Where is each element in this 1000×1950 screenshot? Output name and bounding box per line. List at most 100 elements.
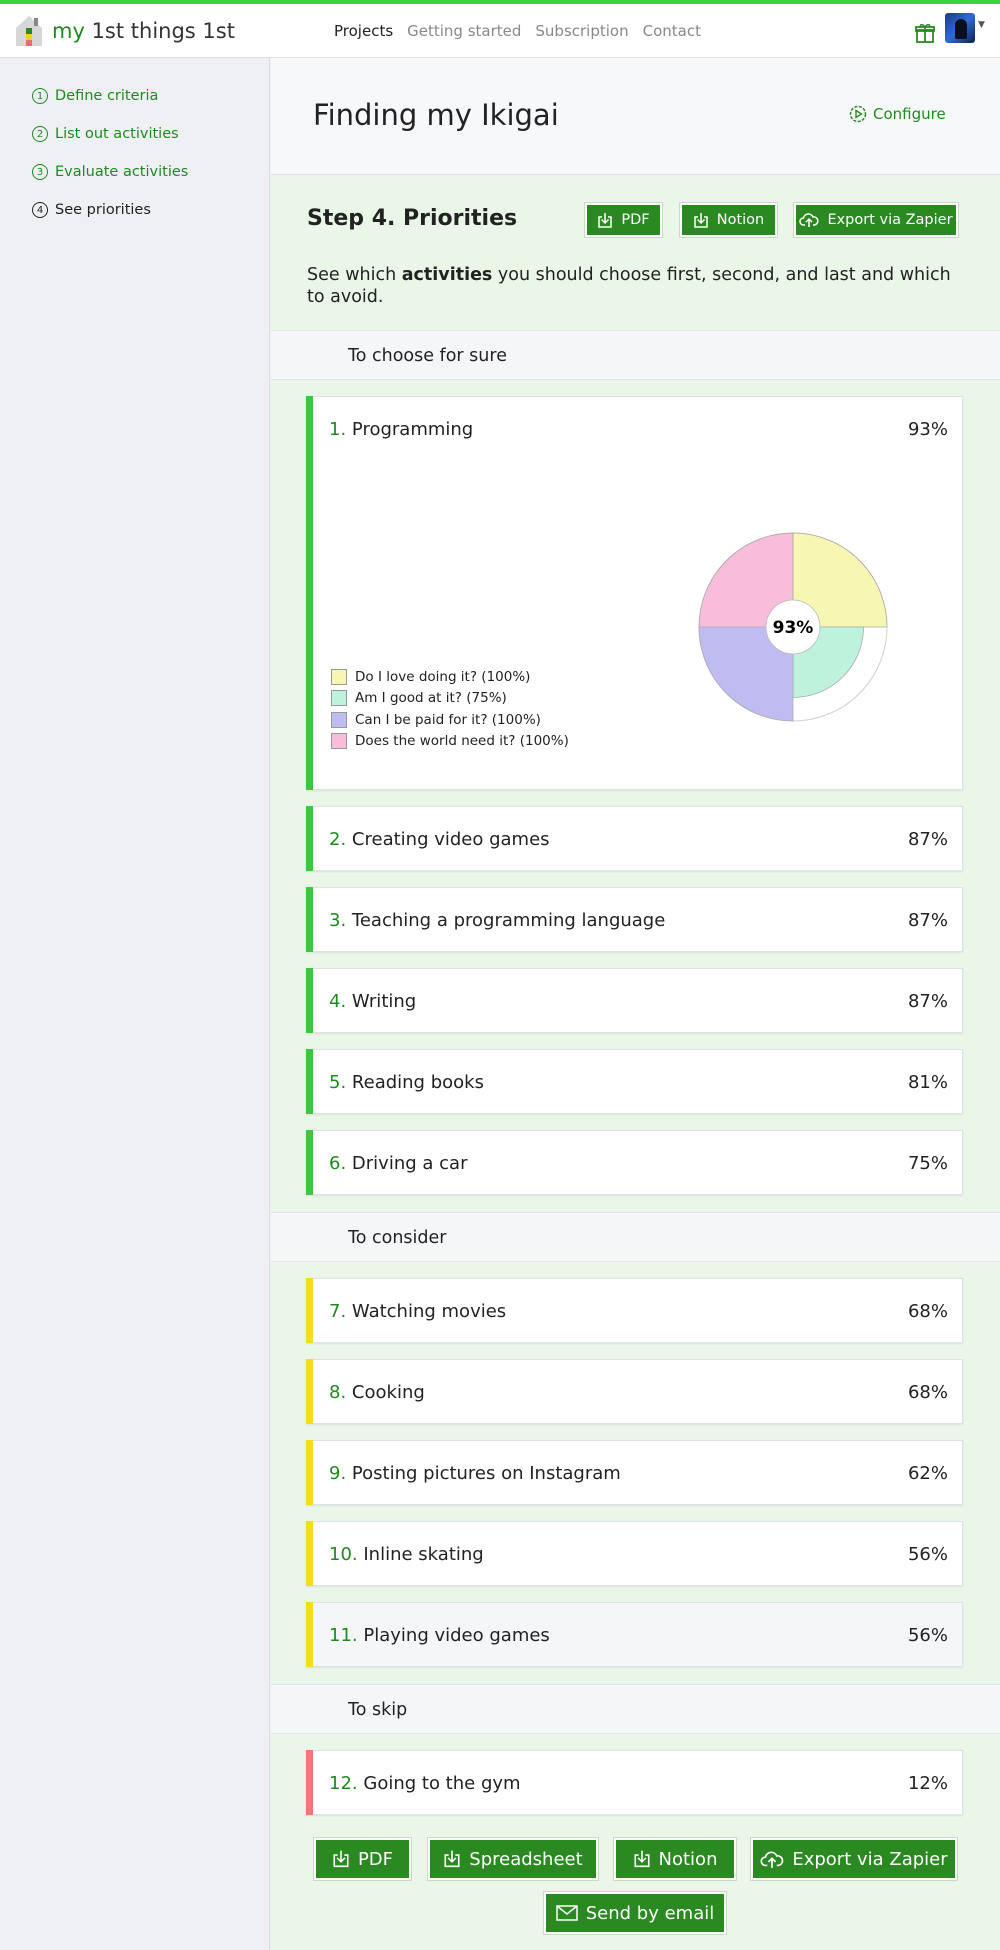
activity-card[interactable]: 10. Inline skating 56%: [306, 1521, 963, 1586]
nav-projects[interactable]: Projects: [334, 22, 393, 40]
bottom-spreadsheet-button[interactable]: Spreadsheet: [427, 1837, 599, 1881]
sidebar-step-label: List out activities: [55, 126, 179, 142]
activity-card[interactable]: 7. Watching movies 68%: [306, 1278, 963, 1343]
cloud-upload-icon: [799, 213, 819, 227]
email-label: Send by email: [585, 1902, 715, 1924]
legend-item: Am I good at it? (75%): [331, 688, 569, 710]
sidebar-step-label: See priorities: [55, 202, 151, 218]
activity-title: Teaching a programming language: [351, 910, 666, 931]
activity-card[interactable]: 3. Teaching a programming language 87%: [306, 887, 963, 952]
priority-bar: [306, 806, 313, 871]
activity-title: Programming: [351, 419, 474, 440]
activity-rank: 6. Driving a car: [329, 1153, 468, 1174]
nav-getting-started[interactable]: Getting started: [407, 22, 521, 40]
sidebar-step-see-priorities[interactable]: 4 See priorities: [32, 202, 151, 218]
activity-card[interactable]: 12. Going to the gym 12%: [306, 1750, 963, 1815]
activity-title: Cooking: [351, 1382, 425, 1403]
zapier-label: Export via Zapier: [792, 1848, 948, 1870]
activity-score: 12%: [907, 1773, 948, 1794]
activity-card[interactable]: 6. Driving a car 75%: [306, 1130, 963, 1195]
activity-rank: 3. Teaching a programming language: [329, 910, 666, 931]
step-number-icon: 2: [32, 126, 48, 142]
bottom-pdf-button[interactable]: PDF: [313, 1837, 412, 1881]
activity-score: 56%: [907, 1625, 948, 1646]
notion-label: Notion: [716, 212, 765, 228]
logo-icon[interactable]: [14, 14, 44, 48]
legend-swatch: [331, 711, 347, 728]
activity-card[interactable]: 5. Reading books 81%: [306, 1049, 963, 1114]
activity-rank: 2. Creating video games: [329, 829, 550, 850]
gear-icon: [849, 105, 867, 123]
download-icon: [598, 212, 613, 228]
legend-item: Do I love doing it? (100%): [331, 666, 569, 688]
nav-contact[interactable]: Contact: [643, 22, 701, 40]
notion-button[interactable]: Notion: [679, 202, 778, 238]
zapier-label: Export via Zapier: [827, 212, 953, 228]
download-icon: [694, 212, 708, 228]
bottom-export-zapier-button[interactable]: Export via Zapier: [750, 1837, 958, 1881]
priority-bar: [306, 968, 313, 1033]
avatar[interactable]: [945, 13, 975, 43]
page-title: Finding my Ikigai: [313, 98, 559, 132]
activity-score: 75%: [907, 1153, 948, 1174]
sidebar-step-evaluate-activities[interactable]: 3 Evaluate activities: [32, 164, 188, 180]
pie-center-label: 93%: [773, 618, 814, 638]
activity-rank: 12. Going to the gym: [329, 1773, 521, 1794]
priority-bar: [306, 1440, 313, 1505]
activity-title: Writing: [351, 991, 417, 1012]
activity-card[interactable]: 8. Cooking 68%: [306, 1359, 963, 1424]
activity-score: 93%: [907, 419, 948, 440]
activity-score: 56%: [907, 1544, 948, 1565]
download-icon: [444, 1850, 460, 1868]
activity-title: Reading books: [351, 1072, 484, 1093]
brand-name[interactable]: my 1st things 1st: [52, 19, 235, 43]
activity-card[interactable]: 11. Playing video games 56%: [306, 1602, 963, 1667]
section-title: To choose for sure: [348, 346, 507, 366]
pdf-label: PDF: [357, 1848, 394, 1870]
notion-label: Notion: [658, 1848, 718, 1870]
bottom-notion-button[interactable]: Notion: [613, 1837, 737, 1881]
main-content: Step 4. Priorities PDF Notion Export via…: [271, 176, 1000, 1950]
activity-title: Inline skating: [363, 1544, 484, 1565]
pdf-label: PDF: [621, 212, 650, 228]
envelope-icon: [556, 1905, 578, 1921]
activity-card-expanded[interactable]: 1. Programming 93% Do I love doing it? (…: [306, 396, 963, 790]
sidebar: 1 Define criteria 2 List out activities …: [0, 58, 270, 1950]
send-by-email-button[interactable]: Send by email: [543, 1891, 727, 1935]
activity-score: 81%: [907, 1072, 948, 1093]
sidebar-step-label: Define criteria: [55, 88, 159, 104]
legend-swatch: [331, 668, 347, 685]
priority-bar: [306, 396, 313, 790]
sidebar-step-define-criteria[interactable]: 1 Define criteria: [32, 88, 158, 104]
activity-card[interactable]: 9. Posting pictures on Instagram 62%: [306, 1440, 963, 1505]
section-choose: To choose for sure: [271, 330, 1000, 380]
activity-score: 68%: [907, 1382, 948, 1403]
chart-legend: Do I love doing it? (100%) Am I good at …: [331, 666, 569, 752]
nav-subscription[interactable]: Subscription: [535, 22, 628, 40]
sidebar-step-list-activities[interactable]: 2 List out activities: [32, 126, 179, 142]
project-header: Finding my Ikigai Configure: [271, 58, 1000, 175]
activity-rank: 7. Watching movies: [329, 1301, 507, 1322]
activity-rank: 11. Playing video games: [329, 1625, 550, 1646]
legend-swatch: [331, 690, 347, 707]
cloud-upload-icon: [760, 1851, 784, 1868]
activity-rank: 9. Posting pictures on Instagram: [329, 1463, 621, 1484]
priority-bar: [306, 1130, 313, 1195]
legend-item: Can I be paid for it? (100%): [331, 709, 569, 731]
activity-title: Driving a car: [351, 1153, 468, 1174]
pdf-button[interactable]: PDF: [584, 202, 663, 238]
export-zapier-button[interactable]: Export via Zapier: [793, 202, 959, 238]
step-intro: See which activities you should choose f…: [307, 265, 951, 307]
priority-bar: [306, 1750, 313, 1815]
activity-title: Playing video games: [363, 1625, 550, 1646]
activity-card[interactable]: 2. Creating video games 87%: [306, 806, 963, 871]
activity-score: 87%: [907, 991, 948, 1012]
ikigai-pie-chart: 93%: [698, 532, 888, 722]
activity-title: Posting pictures on Instagram: [351, 1463, 621, 1484]
download-icon: [633, 1850, 650, 1868]
activity-card[interactable]: 4. Writing 87%: [306, 968, 963, 1033]
chevron-down-icon[interactable]: ▼: [978, 20, 985, 30]
configure-button[interactable]: Configure: [849, 105, 946, 123]
step-number-icon: 3: [32, 164, 48, 180]
gift-icon[interactable]: [915, 22, 935, 44]
